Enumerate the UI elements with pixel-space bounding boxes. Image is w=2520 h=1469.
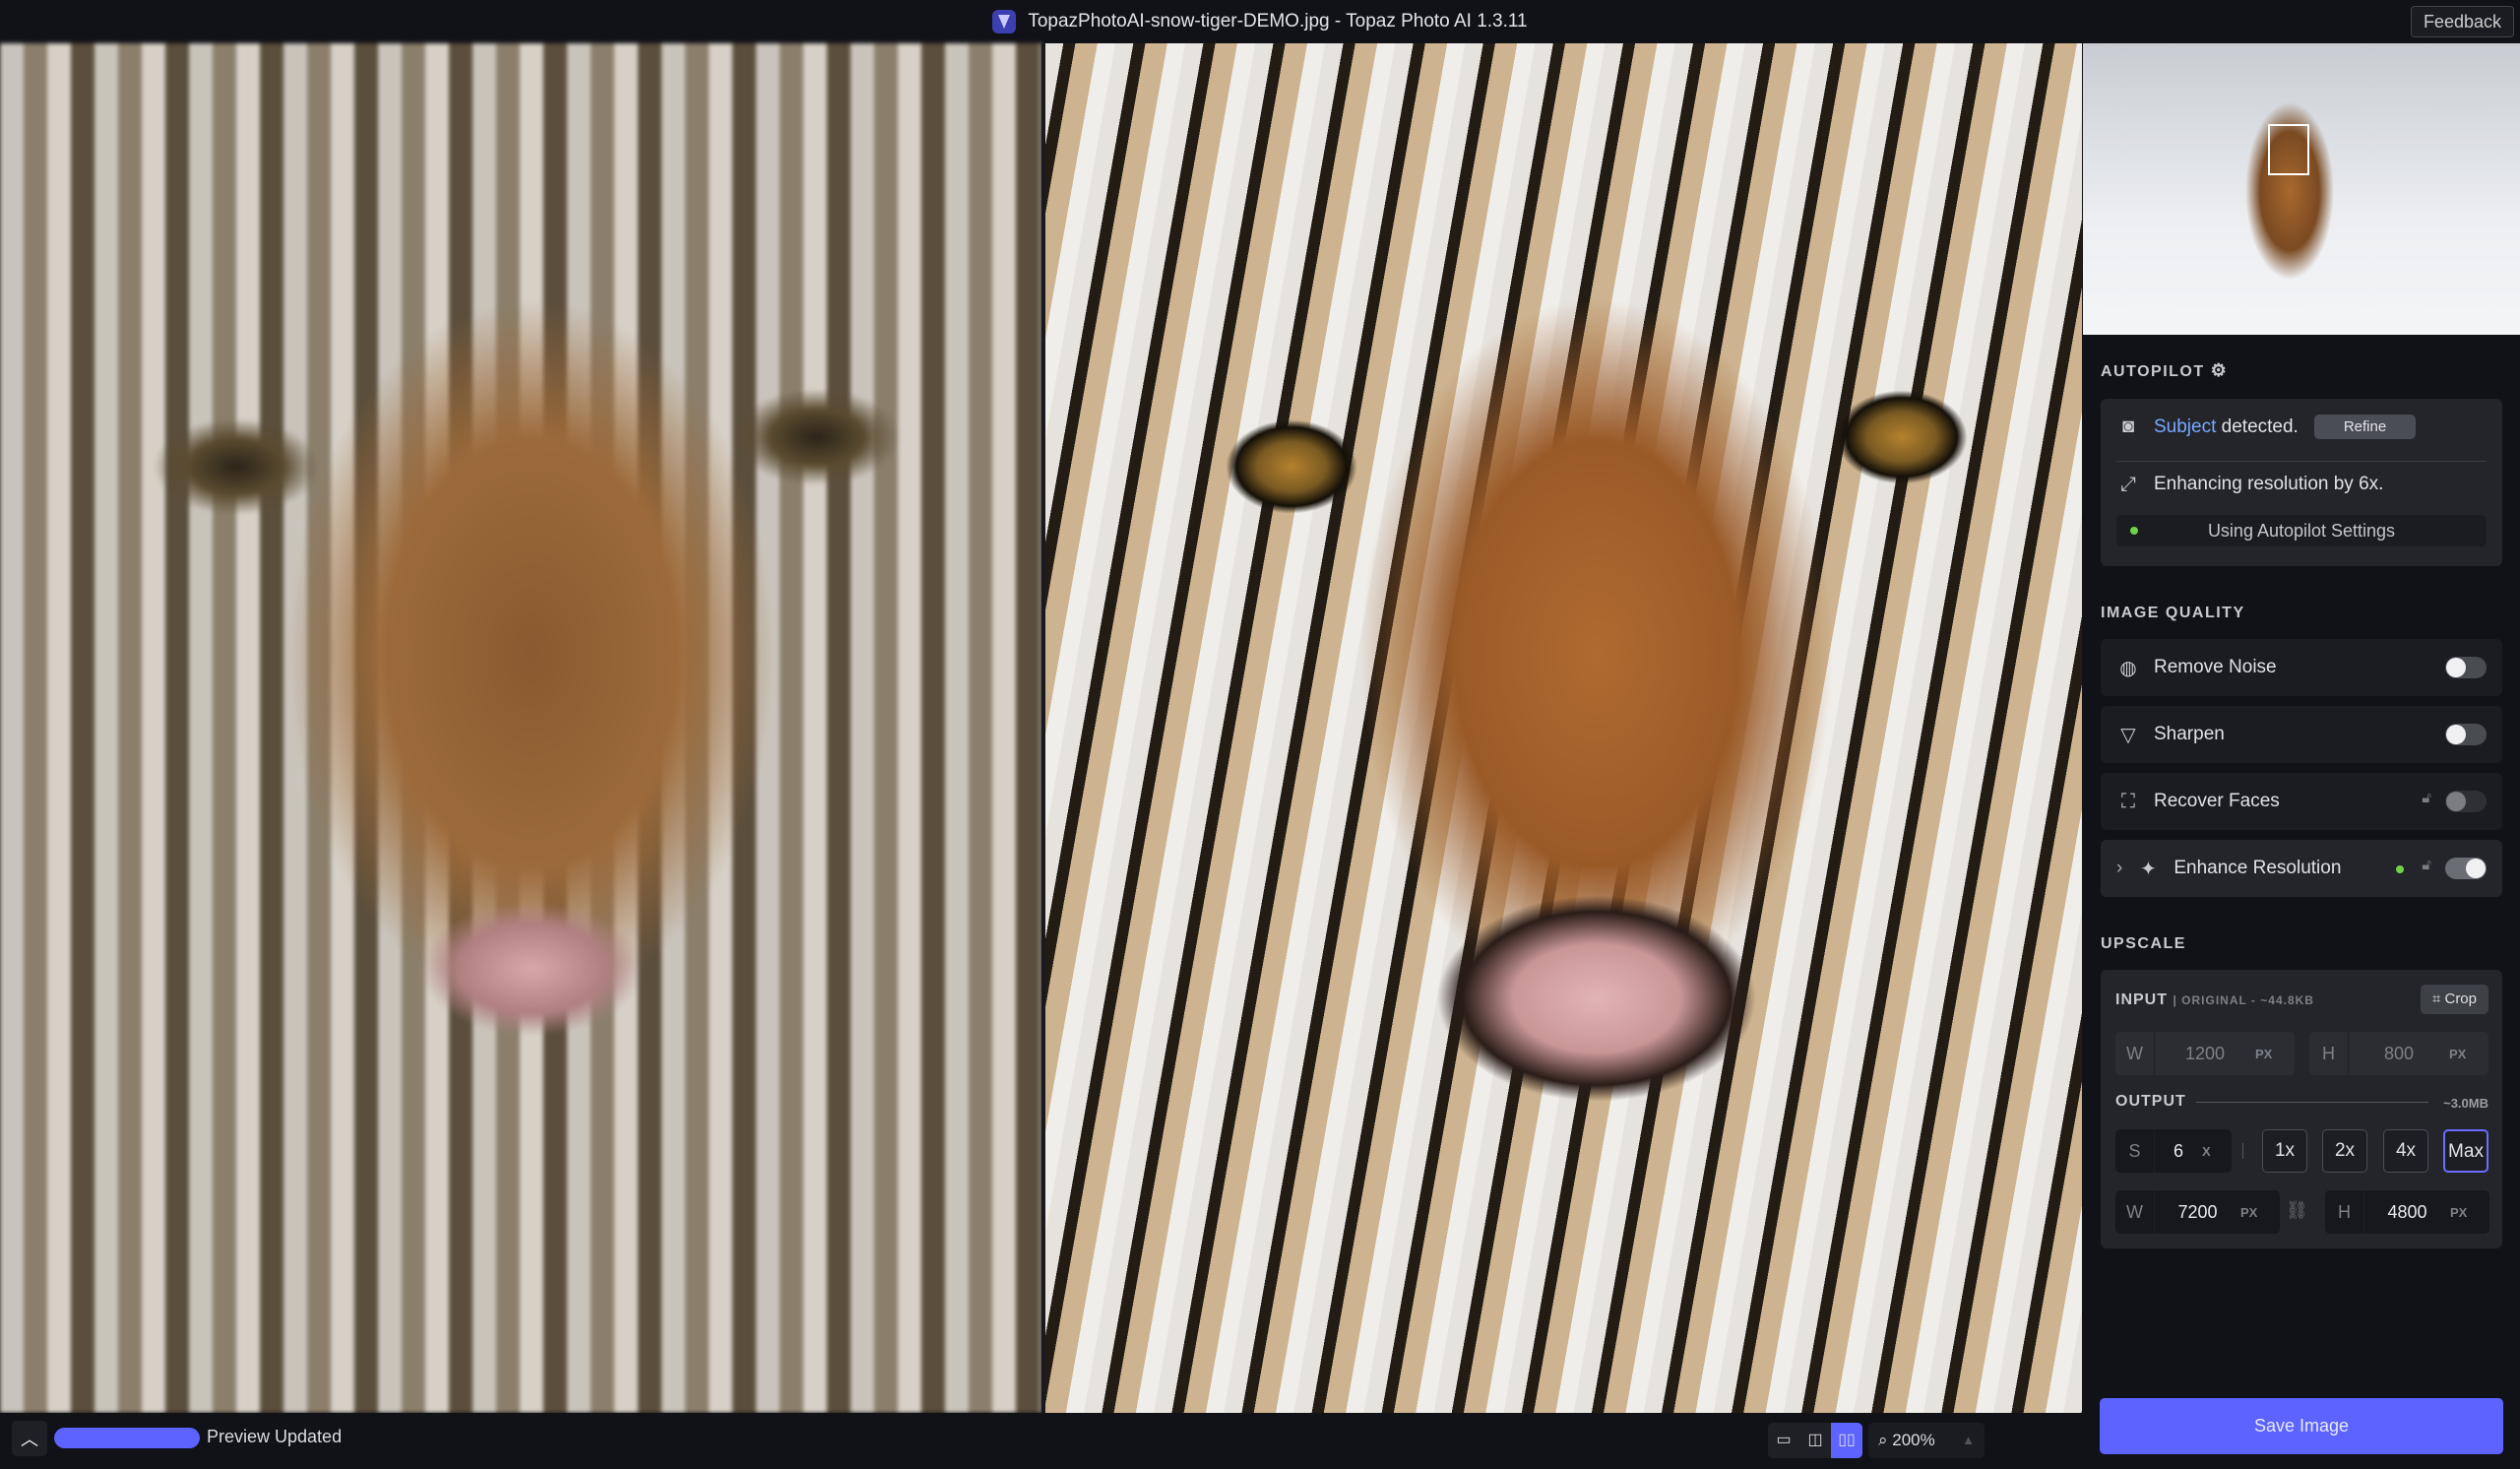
navigator-thumbnail[interactable] (2083, 43, 2520, 335)
window-title: TopazPhotoAI-snow-tiger-DEMO.jpg - Topaz… (1028, 11, 1528, 32)
triangle-up-icon[interactable]: ▲ (1962, 1423, 1975, 1458)
active-dot (2396, 865, 2404, 873)
output-size-line (2196, 1102, 2428, 1103)
autopilot-heading: AUTOPILOT ⚙ (2101, 360, 2229, 380)
lock-icon[interactable]: 🔓︎ (2422, 790, 2431, 806)
autopilot-status-text: Using Autopilot Settings (2207, 521, 2396, 541)
remove-noise-row[interactable]: ◍ Remove Noise (2101, 639, 2502, 696)
preview-status: Preview Updated (207, 1427, 343, 1446)
scale-4x-button[interactable]: 4x (2383, 1129, 2428, 1173)
output-width-field[interactable]: W 7200 PX (2115, 1190, 2280, 1234)
sharpen-icon: ▽ (2120, 724, 2136, 746)
lock-icon[interactable]: 🔓︎ (2422, 857, 2431, 873)
image-quality-heading: IMAGE QUALITY (2101, 605, 2245, 621)
scale-1x-button[interactable]: 1x (2262, 1129, 2307, 1173)
recover-faces-toggle[interactable] (2445, 791, 2487, 812)
input-meta: | ORIGINAL - ~44.8KB (2173, 993, 2314, 1007)
gear-icon[interactable]: ⚙ (2211, 360, 2229, 380)
enhance-resolution-label: Enhance Resolution (2174, 858, 2342, 878)
sharpen-row[interactable]: ▽ Sharpen (2101, 706, 2502, 763)
face-icon: ⛶ (2121, 790, 2135, 812)
autopilot-status[interactable]: Using Autopilot Settings (2116, 515, 2487, 546)
navigator-viewport[interactable] (2268, 124, 2309, 175)
remove-noise-label: Remove Noise (2154, 657, 2277, 677)
status-dot (2130, 527, 2138, 535)
link-aspect-icon[interactable]: ⛓ (2286, 1200, 2308, 1221)
separator (2116, 461, 2487, 462)
input-label: INPUT | ORIGINAL - ~44.8KB (2115, 991, 2314, 1008)
noise-icon: ◍ (2119, 657, 2137, 679)
enhance-resolution-row[interactable]: › ✦ Enhance Resolution 🔓︎ (2101, 840, 2502, 897)
subject-link[interactable]: Subject (2154, 416, 2216, 438)
output-size: ~3.0MB (2443, 1096, 2488, 1111)
chevron-up-icon[interactable]: ︿ (12, 1421, 47, 1456)
recover-faces-label: Recover Faces (2154, 791, 2280, 811)
recover-faces-row[interactable]: ⛶ Recover Faces 🔓︎ (2101, 773, 2502, 830)
upscale-card: INPUT | ORIGINAL - ~44.8KB ⌗ Crop W 1200 P… (2101, 970, 2502, 1248)
scale-field[interactable]: S6X (2115, 1129, 2232, 1173)
crop-icon: ⌗ (2431, 990, 2441, 1007)
enhancing-text: Enhancing resolution by 6x. (2154, 474, 2384, 494)
scale-2x-button[interactable]: 2x (2322, 1129, 2367, 1173)
input-height-field: H 800 PX (2309, 1032, 2488, 1075)
bottom-bar: ︿ Preview Updated ▭ ◫ ▯▯ ⌕ 200% ▲ (0, 1413, 2083, 1469)
zoom-icon: ⌕ (1878, 1431, 1888, 1449)
side-by-side-view-icon[interactable]: ▯▯ (1831, 1423, 1862, 1458)
split-view-icon[interactable]: ◫ (1799, 1423, 1831, 1458)
title-bar: TopazPhotoAI-snow-tiger-DEMO.jpg - Topaz… (0, 0, 2520, 43)
output-label: OUTPUT (2115, 1093, 2186, 1110)
sidebar: AUTOPILOT ⚙ ◙ Subject detected. Refine ⤢… (2083, 43, 2520, 1469)
refine-button[interactable]: Refine (2313, 415, 2417, 439)
preview-progress-bar (54, 1428, 200, 1448)
save-image-button[interactable]: Save Image (2100, 1398, 2503, 1454)
upscale-heading: UPSCALE (2101, 935, 2186, 952)
detected-text: detected. (2221, 415, 2299, 437)
scale-max-button[interactable]: Max (2443, 1129, 2488, 1173)
crop-button[interactable]: ⌗ Crop (2420, 985, 2488, 1014)
sharpen-toggle[interactable] (2445, 724, 2487, 745)
camera-focus-icon: ◙ (2121, 415, 2135, 437)
enhanced-preview[interactable] (1045, 43, 2082, 1413)
single-view-icon[interactable]: ▭ (1768, 1423, 1799, 1458)
chevron-right-icon[interactable]: › (2116, 858, 2122, 879)
view-mode-group: ▭ ◫ ▯▯ (1768, 1423, 1862, 1458)
topaz-logo-icon (992, 10, 1017, 33)
zoom-control[interactable]: ⌕ 200% ▲ (1868, 1423, 1984, 1458)
original-preview[interactable] (0, 43, 1041, 1413)
input-width-field: W 1200 PX (2115, 1032, 2295, 1075)
output-height-field[interactable]: H 4800 PX (2325, 1190, 2489, 1234)
enhance-resolution-toggle[interactable] (2445, 858, 2487, 879)
sharpen-label: Sharpen (2154, 724, 2225, 744)
expand-arrows-icon: ⤢ (2120, 473, 2136, 495)
remove-noise-toggle[interactable] (2445, 657, 2487, 678)
autopilot-card: ◙ Subject detected. Refine ⤢ Enhancing r… (2101, 399, 2502, 566)
zoom-level: 200% (1892, 1431, 1935, 1449)
separator (2242, 1143, 2243, 1159)
sparkle-icon: ✦ (2139, 858, 2157, 880)
feedback-button[interactable]: Feedback (2410, 6, 2514, 37)
